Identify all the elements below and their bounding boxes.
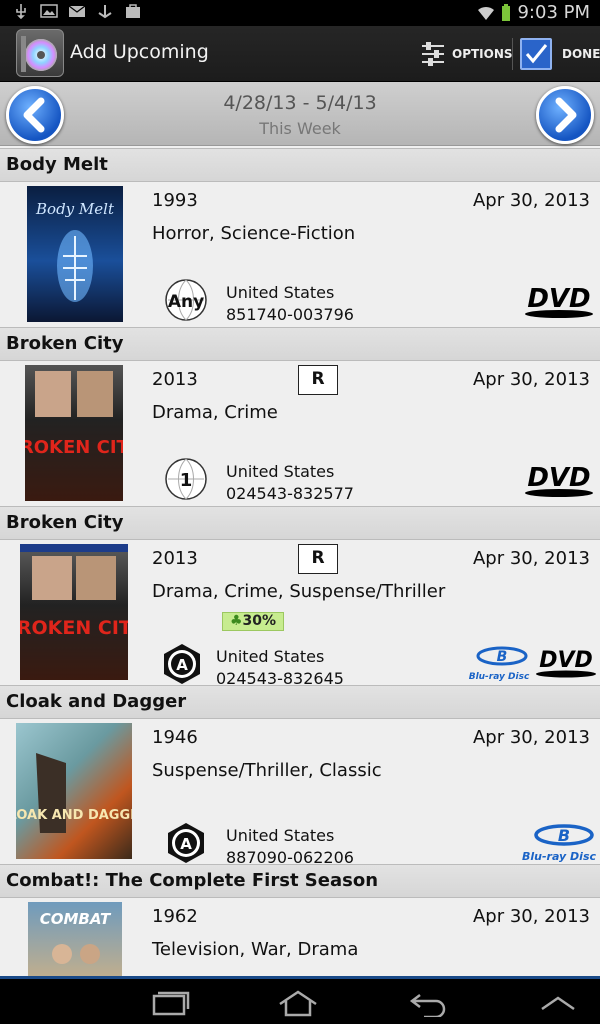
cover-text: BROKEN CITY	[20, 617, 128, 639]
list-item[interactable]: Broken City BROKEN CITY 2013 R Apr 30, 2…	[0, 506, 600, 688]
genres: Horror, Science-Fiction	[152, 223, 356, 244]
year: 1993	[152, 190, 198, 211]
back-icon[interactable]	[406, 989, 450, 1017]
release-date: Apr 30, 2013	[472, 548, 590, 569]
region-globe-icon: Any	[165, 279, 207, 321]
cover-text: CLOAK AND DAGGER	[16, 808, 132, 823]
item-title: Combat!: The Complete First Season	[0, 864, 600, 898]
bag-icon	[126, 4, 140, 18]
status-time: 9:03 PM	[517, 2, 590, 23]
mail-icon	[68, 5, 86, 17]
cover-image: COMBAT	[28, 902, 122, 976]
usb-icon	[16, 4, 26, 19]
upc: 024543-832577	[226, 484, 354, 503]
svg-text:DVD: DVD	[527, 463, 590, 493]
region-code: A	[180, 835, 192, 853]
options-label: OPTIONS	[452, 47, 513, 61]
genres: Suspense/Thriller, Classic	[152, 760, 382, 781]
cover-image: CLOAK AND DAGGER	[16, 723, 132, 859]
done-label: DONE	[562, 47, 600, 61]
svg-text:DVD: DVD	[527, 284, 590, 314]
region-code: Any	[168, 292, 204, 312]
mpaa-rating-badge: R	[298, 365, 338, 395]
home-icon[interactable]	[276, 989, 320, 1017]
dvd-logo-icon: DVD	[536, 648, 596, 678]
clover-icon: ♣	[229, 613, 243, 629]
recent-apps-icon[interactable]	[148, 989, 192, 1017]
list-item[interactable]: Combat!: The Complete First Season COMBA…	[0, 864, 600, 976]
cover-image: BROKEN CITY	[25, 365, 123, 501]
item-title: Broken City	[0, 506, 600, 540]
region-globe-icon: 1	[165, 458, 207, 500]
svg-text:B: B	[558, 826, 570, 845]
bluray-logo-icon: B Blu-ray Disc	[522, 824, 597, 863]
year: 2013	[152, 369, 198, 390]
release-date: Apr 30, 2013	[472, 369, 590, 390]
wifi-icon	[478, 6, 495, 20]
release-date: Apr 30, 2013	[472, 727, 590, 748]
bluray-logo-icon: B Blu-ray Disc	[469, 646, 530, 682]
country: United States	[226, 283, 335, 302]
cover-text: Body Melt	[35, 200, 115, 218]
release-list[interactable]: Body Melt Body Melt 1993 Apr 30, 2013 Ho…	[0, 148, 600, 976]
list-item[interactable]: Cloak and Dagger CLOAK AND DAGGER 1946 A…	[0, 685, 600, 867]
region-code: 1	[180, 470, 193, 491]
item-title: Cloak and Dagger	[0, 685, 600, 719]
upc: 851740-003796	[226, 305, 354, 324]
bluray-region-icon: A	[168, 823, 204, 863]
week-navigator: 4/28/13 - 5/4/13 This Week	[0, 82, 600, 146]
system-nav-bar	[0, 976, 600, 1024]
item-title: Broken City	[0, 327, 600, 361]
svg-text:Blu-ray Disc: Blu-ray Disc	[469, 672, 530, 682]
mpaa-rating-badge: R	[298, 544, 338, 574]
item-title: Body Melt	[0, 148, 600, 182]
bluray-region-icon: A	[164, 644, 200, 684]
year: 1962	[152, 906, 198, 927]
dvd-logo-icon: DVD	[525, 284, 593, 318]
chevron-right-icon	[555, 97, 577, 133]
sliders-icon	[422, 42, 444, 66]
svg-text:B: B	[497, 649, 508, 665]
cover-image: BROKEN CITY	[20, 544, 128, 680]
cover-text: BROKEN CITY	[25, 437, 123, 458]
dvd-logo-icon: DVD	[525, 463, 593, 497]
next-week-button[interactable]	[536, 86, 594, 144]
week-range: 4/28/13 - 5/4/13	[223, 92, 377, 114]
divider	[512, 38, 513, 70]
svg-text:Blu-ray Disc: Blu-ray Disc	[522, 850, 597, 863]
week-label: This Week	[259, 119, 341, 138]
region-code: A	[176, 656, 188, 674]
release-date: Apr 30, 2013	[472, 906, 590, 927]
battery-icon	[502, 3, 511, 21]
done-button[interactable]: DONE	[520, 34, 600, 74]
status-bar: 9:03 PM	[0, 0, 600, 26]
country: United States	[226, 826, 335, 845]
genres: Television, War, Drama	[152, 939, 359, 960]
svg-text:DVD: DVD	[539, 648, 593, 673]
country: United States	[216, 647, 325, 666]
country: United States	[226, 462, 335, 481]
year: 1946	[152, 727, 198, 748]
genres: Drama, Crime, Suspense/Thriller	[152, 581, 446, 602]
download-icon	[98, 5, 112, 19]
options-button[interactable]: OPTIONS	[420, 34, 513, 74]
check-icon	[520, 38, 552, 70]
discount-badge: ♣30%	[222, 612, 284, 631]
page-title: Add Upcoming	[70, 41, 209, 63]
year: 2013	[152, 548, 198, 569]
chevron-up-icon[interactable]	[536, 989, 580, 1017]
image-icon	[40, 4, 58, 18]
genres: Drama, Crime	[152, 402, 278, 423]
app-logo-icon[interactable]	[16, 29, 64, 77]
cover-image: Body Melt	[27, 186, 123, 322]
list-item[interactable]: Broken City BROKEN CITY 2013 R Apr 30, 2…	[0, 327, 600, 506]
action-bar: Add Upcoming OPTIONS DONE	[0, 26, 600, 82]
discount-value: 30%	[242, 613, 277, 629]
release-date: Apr 30, 2013	[472, 190, 590, 211]
cover-text: COMBAT	[40, 910, 112, 928]
list-item[interactable]: Body Melt Body Melt 1993 Apr 30, 2013 Ho…	[0, 148, 600, 327]
